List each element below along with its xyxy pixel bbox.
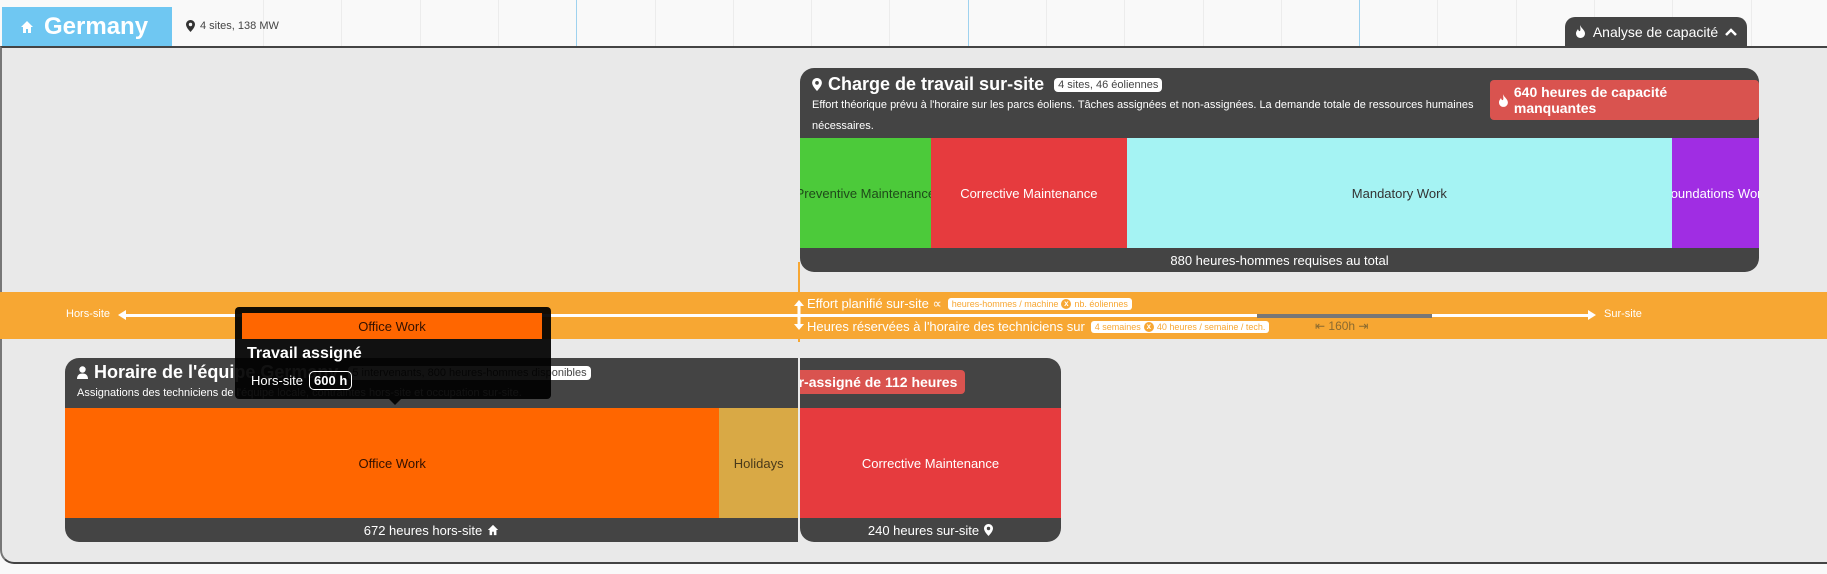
- formula-bottom-label: Heures réservées à l'horaire des technic…: [807, 319, 1085, 334]
- timeline-gridline: [1751, 0, 1752, 46]
- capacity-toggle-label: Analyse de capacité: [1592, 23, 1719, 40]
- country-name: Germany: [44, 12, 149, 40]
- capacity-marker-label: ⇤ 160h ⇥: [1315, 319, 1369, 333]
- home-icon: [488, 524, 499, 536]
- map-pin-icon: [186, 20, 195, 32]
- offsite-footer: 672 heures hors-site: [65, 518, 798, 542]
- formula-bottom-pill: 4 semaines x 40 heures / semaine / tech.: [1090, 320, 1270, 333]
- over-assigned-alert: Horaire de technicien sur-assigné de 112…: [800, 370, 966, 394]
- timeline-gridline: [576, 0, 577, 46]
- workload-segment-label: Preventive Maintenance: [800, 185, 931, 201]
- onsite-bar: Corrective Maintenance: [800, 408, 1061, 518]
- offsite-segment[interactable]: Holidays: [719, 408, 798, 518]
- offsite-axis-label: Hors-site: [66, 308, 111, 320]
- timeline-gridline: [1516, 0, 1517, 46]
- onsite-axis-label: Sur-site: [1604, 308, 1642, 320]
- onsite-segment-label: Corrective Maintenance: [861, 455, 1000, 471]
- workload-segment[interactable]: Corrective Maintenance: [930, 138, 1127, 248]
- team-schedule-onsite: Horaire de technicien sur-assigné de 112…: [800, 358, 1061, 542]
- onsite-segment[interactable]: Corrective Maintenance: [800, 408, 1061, 518]
- user-icon: [77, 366, 88, 379]
- reserved-hours-formula: Heures réservées à l'horaire des technic…: [807, 319, 1270, 334]
- workload-segment[interactable]: Preventive Maintenance: [800, 138, 931, 248]
- timeline-gridline: [498, 0, 499, 46]
- workload-title-text: Charge de travail sur-site: [828, 74, 1045, 94]
- workload-segment-label: Mandatory Work: [1351, 185, 1447, 201]
- timeline-gridline: [420, 0, 421, 46]
- missing-capacity-alert: 640 heures de capacité manquantes: [1490, 80, 1759, 120]
- up-down-arrow-icon: [794, 300, 804, 330]
- onsite-workload-card: Charge de travail sur-site 4 sites, 46 é…: [800, 68, 1759, 272]
- tooltip-row: Hors-site 600 h: [251, 371, 353, 390]
- timeline-gridline: [1203, 0, 1204, 46]
- timeline-gridline: [1046, 0, 1047, 46]
- multiply-icon: x: [1061, 299, 1072, 309]
- timeline-gridline: [968, 0, 969, 46]
- formula-term: 40 heures / semaine / tech.: [1156, 321, 1266, 332]
- formula-top-pill: heures-hommes / machine x nb. éoliennes: [947, 298, 1132, 310]
- site-summary: 4 sites, 138 MW: [186, 20, 279, 32]
- tooltip-row-label: Hors-site: [251, 373, 304, 388]
- workload-sites-badge: 4 sites, 46 éoliennes: [1054, 77, 1163, 92]
- tooltip-arrow: [389, 399, 401, 405]
- timeline-gridline: [1437, 0, 1438, 46]
- tooltip-row-value: 600 h: [309, 371, 353, 390]
- offsite-total: 672 heures hors-site: [363, 522, 483, 538]
- multiply-icon: x: [1143, 321, 1154, 332]
- timeline-gridline: [1281, 0, 1282, 46]
- workload-total: 880 heures-hommes requises au total: [1170, 252, 1389, 268]
- tooltip-title: Travail assigné: [247, 345, 362, 362]
- fire-icon: [1575, 25, 1585, 38]
- onsite-footer: 240 heures sur-site: [800, 518, 1061, 542]
- offsite-segment[interactable]: Office Work: [65, 408, 720, 518]
- country-tab[interactable]: Germany: [2, 7, 172, 46]
- workload-segment[interactable]: Mandatory Work: [1126, 138, 1672, 248]
- timeline-gridline: [655, 0, 656, 46]
- timeline-gridline: [341, 0, 342, 46]
- missing-capacity-text: 640 heures de capacité manquantes: [1513, 84, 1668, 116]
- workload-description: Effort théorique prévu à l'horaire sur l…: [812, 99, 1474, 132]
- workload-title: Charge de travail sur-site 4 sites, 46 é…: [812, 74, 1163, 95]
- arrow-right-icon: [1588, 310, 1596, 320]
- fire-icon: [1498, 93, 1508, 107]
- tooltip-segment-label: Office Work: [242, 313, 542, 339]
- workload-segment[interactable]: Foundations Work: [1671, 138, 1759, 248]
- chevron-up-icon: [1725, 27, 1738, 36]
- workload-bar: Preventive Maintenance Corrective Mainten…: [800, 138, 1759, 248]
- timeline-gridline: [733, 0, 734, 46]
- offsite-bar: Office Work Holidays: [65, 408, 798, 518]
- formula-term: heures-hommes / machine: [951, 299, 1059, 309]
- onsite-total: 240 heures sur-site: [867, 522, 980, 538]
- workload-footer: 880 heures-hommes requises au total: [800, 248, 1759, 272]
- capacity-marker: [1257, 314, 1432, 318]
- formula-term: 4 semaines: [1094, 321, 1141, 332]
- timeline-gridline: [889, 0, 890, 46]
- site-summary-text: 4 sites, 138 MW: [200, 20, 279, 32]
- formula-term: nb. éoliennes: [1074, 299, 1128, 309]
- timeline-gridline: [1124, 0, 1125, 46]
- workload-segment-label: Foundations Work: [1671, 185, 1759, 201]
- home-icon: [21, 20, 33, 33]
- arrow-left-icon: [118, 310, 126, 320]
- onsite-effort-formula: Effort planifié sur-site ∝ heures-hommes…: [807, 296, 1132, 312]
- timeline-gridline: [811, 0, 812, 46]
- timeline-gridline: [1359, 0, 1360, 46]
- offsite-segment-label: Holidays: [733, 455, 784, 471]
- page-header: Germany 4 sites, 138 MW Analyse de capac…: [0, 0, 1827, 46]
- segment-tooltip: Office Work Travail assigné Hors-site 60…: [235, 307, 551, 405]
- offsite-segment-label: Office Work: [358, 455, 426, 471]
- over-assigned-text: Horaire de technicien sur-assigné de 112…: [800, 374, 958, 390]
- map-pin-icon: [984, 524, 994, 536]
- workload-segment-label: Corrective Maintenance: [960, 185, 1098, 201]
- formula-top-label: Effort planifié sur-site ∝: [807, 296, 942, 311]
- map-pin-icon: [812, 78, 822, 91]
- capacity-analysis-toggle[interactable]: Analyse de capacité: [1565, 17, 1747, 46]
